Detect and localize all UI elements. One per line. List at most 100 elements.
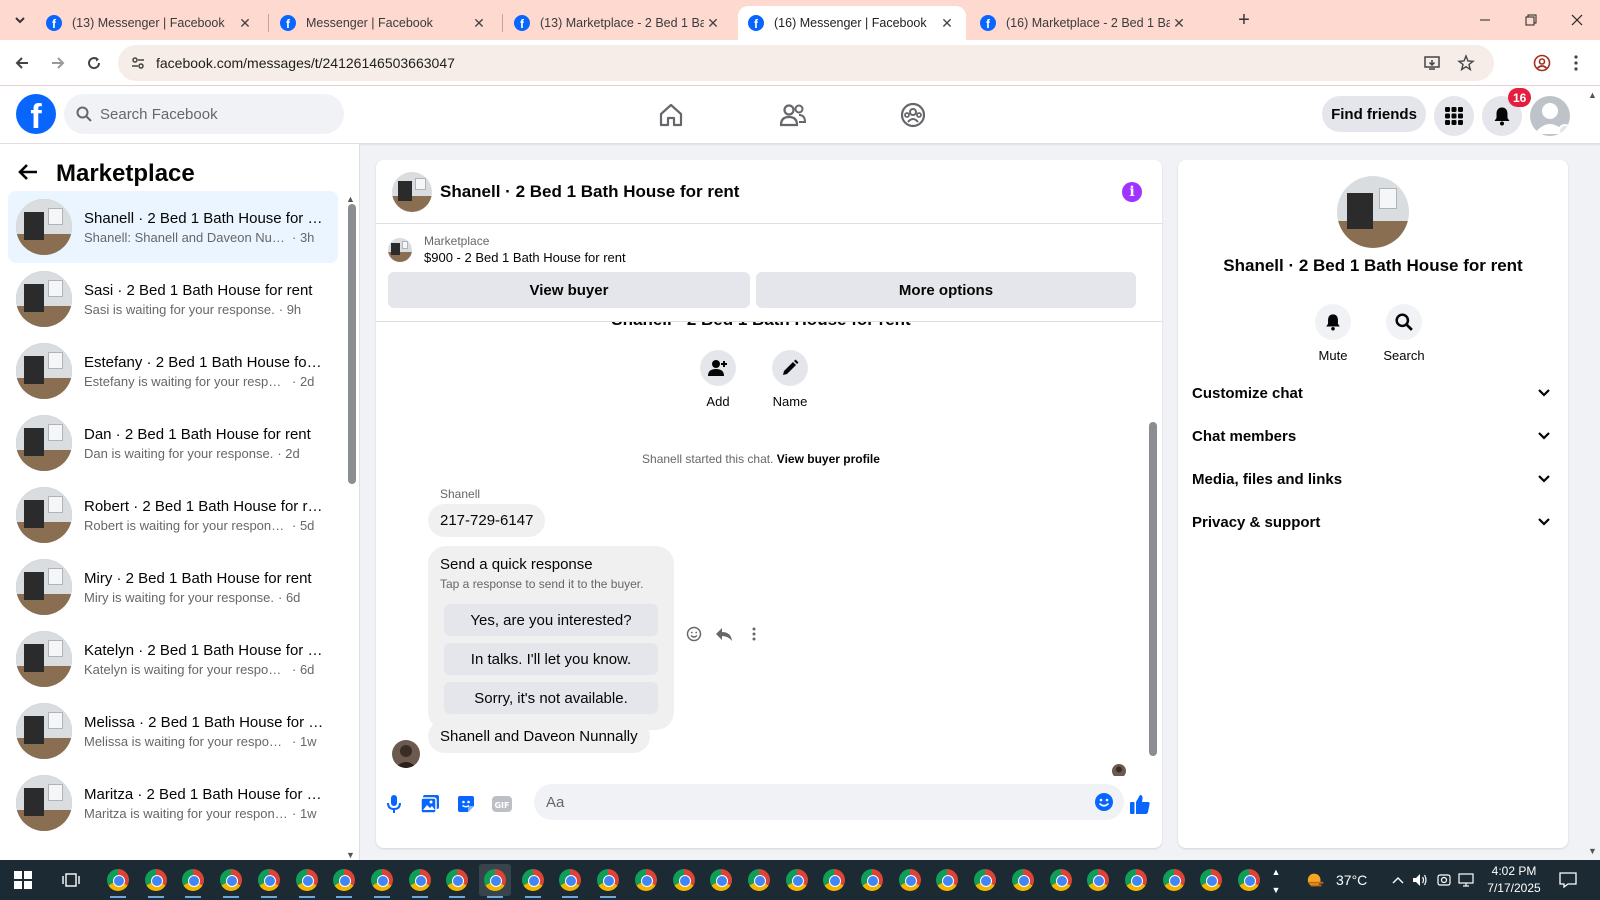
browser-menu-button[interactable] [1562,49,1590,77]
taskbar-chrome-window[interactable] [1045,864,1077,896]
info-avatar[interactable] [1337,176,1409,248]
sticker-icon[interactable] [452,790,480,818]
site-info-icon[interactable] [126,51,150,75]
nav-friends[interactable] [738,92,848,138]
reply-icon[interactable] [714,624,734,644]
add-people-action[interactable]: Add [688,350,748,409]
address-bar[interactable]: facebook.com/messages/t/2412614650366304… [118,45,1494,81]
taskbar-scroll-up-icon[interactable]: ▲ [1266,862,1286,882]
nav-home[interactable] [616,92,726,138]
account-avatar[interactable] [1530,96,1570,136]
sender-avatar[interactable] [392,740,420,768]
camera-icon[interactable] [1434,870,1454,890]
tab-search-button[interactable] [8,8,32,32]
view-buyer-button[interactable]: View buyer [388,272,750,308]
clock-date[interactable]: 7/17/2025 [1480,881,1548,895]
facebook-search[interactable] [64,94,344,134]
section-chat-members[interactable]: Chat members [1192,416,1554,456]
message-input-box[interactable] [534,784,1124,820]
conversation-item[interactable]: Miry · 2 Bed 1 Bath House for rent Miry i… [8,551,338,623]
more-vertical-icon[interactable] [744,624,764,644]
minimize-button[interactable] [1462,0,1508,40]
taskbar-chrome-window[interactable] [856,864,888,896]
taskbar-chrome-window[interactable] [253,864,285,898]
install-app-icon[interactable] [1418,45,1446,81]
taskbar-chrome-window[interactable] [1233,864,1265,896]
taskbar-chrome-window[interactable] [969,864,1001,896]
react-smiley-icon[interactable] [684,624,704,644]
taskbar-chrome-window[interactable] [140,864,172,898]
find-friends-button[interactable]: Find friends [1322,96,1426,132]
taskbar-chrome-window[interactable] [441,864,473,898]
message-bubble[interactable]: Shanell and Daveon Nunnally [428,720,650,753]
sidebar-scrollbar[interactable] [348,204,356,484]
bookmark-star-icon[interactable] [1452,45,1480,81]
emoji-icon[interactable] [1094,792,1114,812]
facebook-logo[interactable]: f [16,94,56,134]
gif-icon[interactable]: GIF [488,790,516,818]
browser-tab[interactable]: f (13) Messenger | Facebook ✕ [36,6,264,40]
taskbar-chrome-window[interactable] [1120,864,1152,896]
section-customize-chat[interactable]: Customize chat [1192,373,1554,413]
forward-button[interactable] [44,49,72,77]
back-arrow-icon[interactable] [18,161,38,187]
taskbar-chrome-window[interactable] [668,864,700,896]
quick-response-option[interactable]: Sorry, it's not available. [444,682,658,714]
browser-tab[interactable]: f (16) Marketplace - 2 Bed 1 Bath House … [970,6,1198,40]
taskbar-chrome-window[interactable] [102,864,134,898]
browser-tab[interactable]: f Messenger | Facebook ✕ [270,6,498,40]
close-tab-icon[interactable]: ✕ [236,14,254,32]
taskbar-chrome-window[interactable] [404,864,436,898]
show-hidden-icons-icon[interactable] [1388,870,1408,890]
info-icon[interactable]: i [1122,182,1142,202]
browser-tab-active[interactable]: f (16) Messenger | Facebook ✕ [738,6,966,40]
taskbar-chrome-window[interactable] [517,864,549,898]
taskbar-chrome-window[interactable] [1158,864,1190,896]
thread-scrollbar[interactable] [1149,422,1157,756]
conversation-item[interactable]: Dan · 2 Bed 1 Bath House for rent Dan is … [8,407,338,479]
page-scroll-down-icon[interactable]: ▼ [1588,846,1597,856]
view-buyer-profile-link[interactable]: View buyer profile [777,452,880,466]
taskbar-chrome-window[interactable] [177,864,209,898]
taskbar-chrome-window[interactable] [781,864,813,896]
taskbar-chrome-window[interactable] [931,864,963,896]
close-tab-icon[interactable]: ✕ [704,14,722,32]
close-window-button[interactable] [1554,0,1600,40]
thumbs-up-icon[interactable] [1126,790,1154,818]
conversation-item[interactable]: Shanell · 2 Bed 1 Bath House for rent Sha… [8,191,338,263]
taskbar-chrome-window[interactable] [291,864,323,898]
search-input[interactable] [100,105,320,123]
scroll-up-arrow-icon[interactable]: ▲ [346,194,355,204]
message-bubble[interactable]: 217-729-6147 [428,504,546,537]
nav-groups[interactable] [858,92,968,138]
page-scroll-up-icon[interactable]: ▲ [1588,90,1597,100]
close-tab-icon[interactable]: ✕ [470,14,488,32]
conversation-item[interactable]: Sasi · 2 Bed 1 Bath House for rent Sasi i… [8,263,338,335]
close-tab-icon[interactable]: ✕ [938,14,956,32]
weather-temperature[interactable]: 37°C [1336,872,1367,888]
taskbar-chrome-window[interactable] [818,864,850,896]
microphone-icon[interactable] [380,790,408,818]
reload-button[interactable] [80,49,108,77]
taskbar-scroll-down-icon[interactable]: ▼ [1266,880,1286,900]
menu-button[interactable] [1434,96,1474,136]
network-icon[interactable] [1456,870,1476,890]
conversation-item[interactable]: Estefany · 2 Bed 1 Bath House for rent Es… [8,335,338,407]
browser-tab[interactable]: f (13) Marketplace - 2 Bed 1 Bath House … [504,6,732,40]
taskbar-chrome-window[interactable] [215,864,247,898]
weather-icon[interactable] [1306,870,1326,890]
conversation-item[interactable]: Maritza · 2 Bed 1 Bath House for rent Mar… [8,767,338,839]
taskbar-chrome-window[interactable] [894,864,926,896]
conversation-item[interactable]: Melissa · 2 Bed 1 Bath House for rent Mel… [8,695,338,767]
section-media-files-links[interactable]: Media, files and links [1192,459,1554,499]
taskbar-chrome-window[interactable] [592,864,624,898]
taskbar-chrome-window[interactable] [1195,864,1227,896]
message-input[interactable] [546,793,1046,811]
taskbar-chrome-window[interactable] [479,864,511,898]
scroll-down-arrow-icon[interactable]: ▼ [346,850,355,860]
close-tab-icon[interactable]: ✕ [1170,14,1188,32]
chat-title[interactable]: Shanell · 2 Bed 1 Bath House for rent [440,182,739,202]
taskbar-chrome-window[interactable] [1082,864,1114,896]
taskbar-chrome-window[interactable] [1007,864,1039,896]
search-action[interactable]: Search [1374,304,1434,363]
